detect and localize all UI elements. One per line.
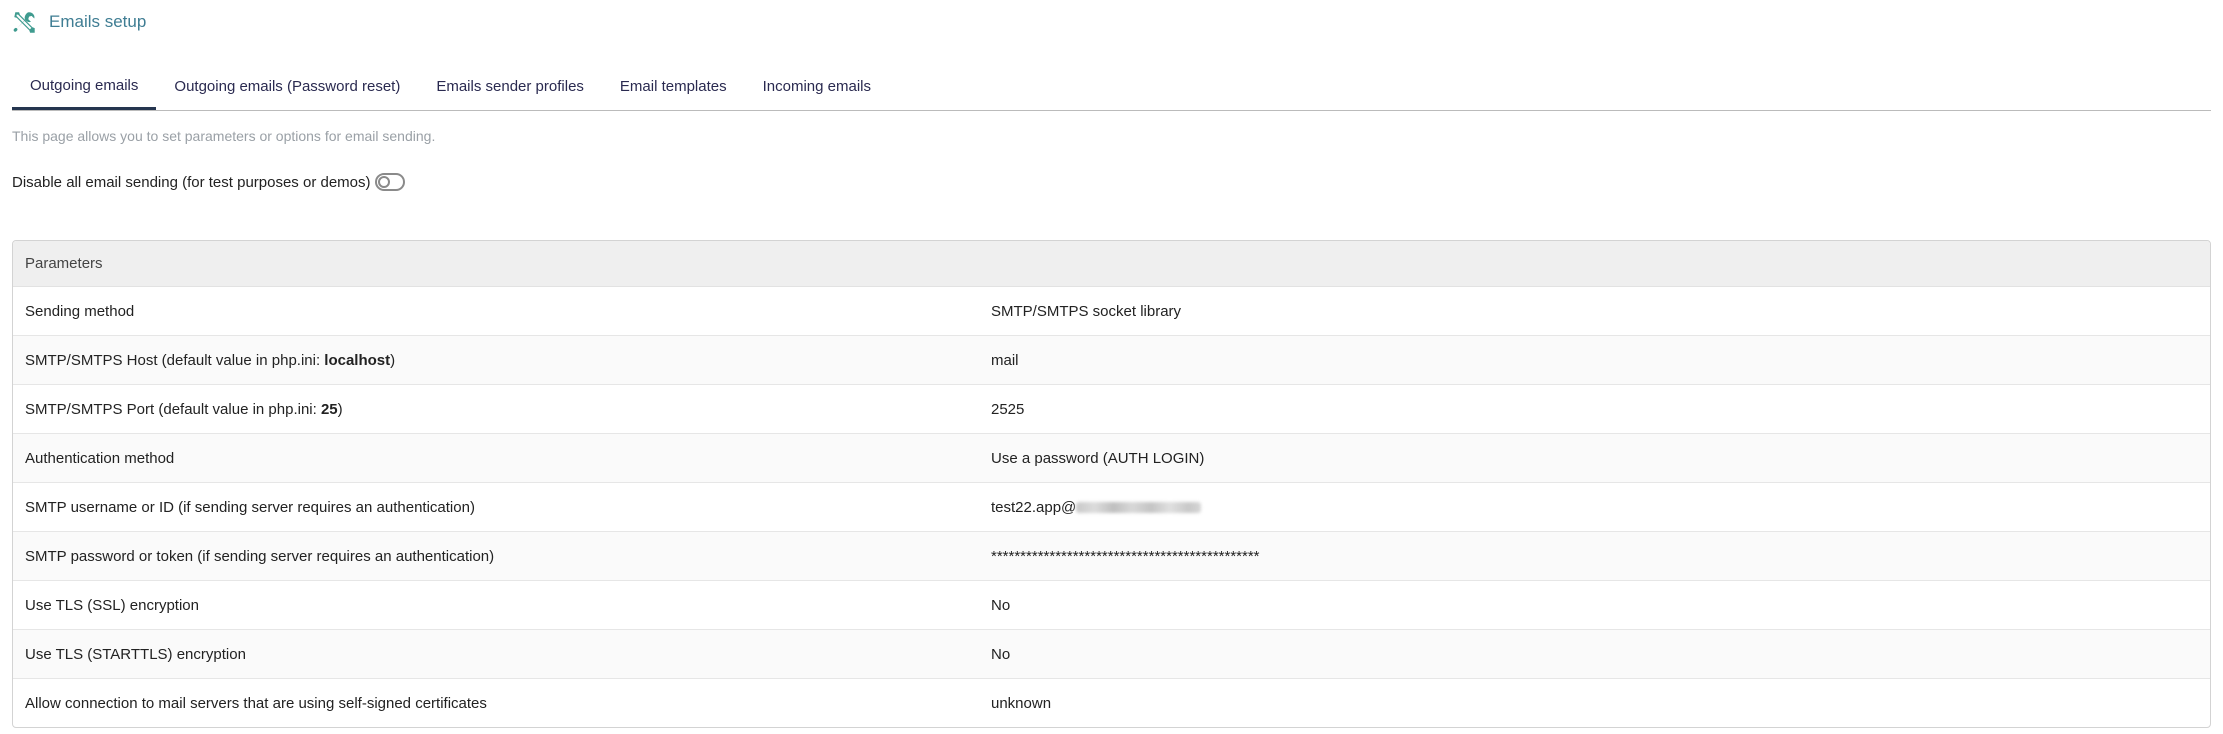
table-row: SMTP password or token (if sending serve…	[13, 532, 2210, 581]
toggle-knob	[377, 176, 390, 188]
row-label: Authentication method	[25, 449, 175, 467]
row-label: Use TLS (STARTTLS) encryption	[25, 645, 246, 663]
tab-label: Incoming emails	[762, 77, 872, 95]
table-row: Use TLS (STARTTLS) encryption No	[13, 630, 2210, 679]
tab-email-templates[interactable]: Email templates	[602, 64, 745, 108]
row-label: Use TLS (SSL) encryption	[25, 596, 199, 614]
row-value: 2525	[991, 400, 1025, 418]
row-label-suffix: )	[337, 400, 343, 418]
disable-sending-toggle[interactable]	[374, 173, 405, 191]
table-row: Use TLS (SSL) encryption No	[13, 581, 2210, 630]
username-text: test22.app@	[991, 498, 1077, 516]
row-value: No	[991, 645, 1011, 663]
row-value: No	[991, 596, 1011, 614]
tab-outgoing-emails[interactable]: Outgoing emails	[12, 64, 157, 110]
table-row: SMTP/SMTPS Host (default value in php.in…	[13, 336, 2210, 385]
table-row: Authentication method Use a password (AU…	[13, 434, 2210, 483]
row-label: SMTP/SMTPS Host (default value in php.in…	[13, 352, 991, 369]
tabs-bar: Outgoing emails Outgoing emails (Passwor…	[12, 64, 2211, 111]
row-value: mail	[991, 351, 1019, 369]
tab-incoming-emails[interactable]: Incoming emails	[745, 64, 889, 108]
table-row: SMTP username or ID (if sending server r…	[13, 483, 2210, 532]
emails-setup-page: Emails setup Outgoing emails Outgoing em…	[0, 0, 2223, 734]
row-label-default: localhost	[324, 351, 391, 369]
row-value: ****************************************…	[991, 547, 1260, 565]
table-row: SMTP/SMTPS Port (default value in php.in…	[13, 385, 2210, 434]
table-row: Sending method SMTP/SMTPS socket library	[13, 287, 2210, 336]
tab-label: Outgoing emails	[30, 77, 139, 94]
row-label: SMTP password or token (if sending serve…	[25, 547, 495, 565]
tab-label: Outgoing emails (Password reset)	[174, 77, 401, 95]
disable-sending-label: Disable all email sending (for test purp…	[12, 173, 371, 191]
page-title: Emails setup	[49, 12, 147, 31]
parameters-table: Parameters Sending method SMTP/SMTPS soc…	[12, 240, 2211, 728]
page-header: Emails setup	[12, 8, 146, 36]
row-value: unknown	[991, 694, 1052, 712]
row-value: SMTP/SMTPS socket library	[991, 302, 1182, 320]
row-label: Allow connection to mail servers that ar…	[25, 694, 487, 712]
redacted-domain	[1076, 502, 1202, 514]
row-label-text: SMTP/SMTPS Host (default value in php.in…	[25, 351, 325, 369]
row-value: Use a password (AUTH LOGIN)	[991, 449, 1205, 467]
tab-emails-sender-profiles[interactable]: Emails sender profiles	[418, 64, 602, 108]
table-row: Allow connection to mail servers that ar…	[13, 679, 2210, 727]
row-label-default: 25	[320, 400, 338, 418]
parameters-header: Parameters	[13, 241, 2210, 287]
row-label-suffix: )	[390, 351, 396, 369]
tab-label: Email templates	[619, 77, 727, 95]
tab-label: Emails sender profiles	[436, 77, 584, 95]
row-value: test22.app@	[991, 499, 2210, 516]
tools-icon	[12, 10, 37, 35]
disable-sending-row: Disable all email sending (for test purp…	[12, 170, 405, 194]
row-label: SMTP/SMTPS Port (default value in php.in…	[13, 401, 991, 418]
row-label-text: SMTP/SMTPS Port (default value in php.in…	[25, 400, 321, 418]
tab-outgoing-emails-password-reset[interactable]: Outgoing emails (Password reset)	[156, 64, 418, 108]
row-label: Sending method	[25, 302, 135, 320]
page-description: This page allows you to set parameters o…	[12, 128, 436, 144]
row-label: SMTP username or ID (if sending server r…	[25, 498, 475, 516]
